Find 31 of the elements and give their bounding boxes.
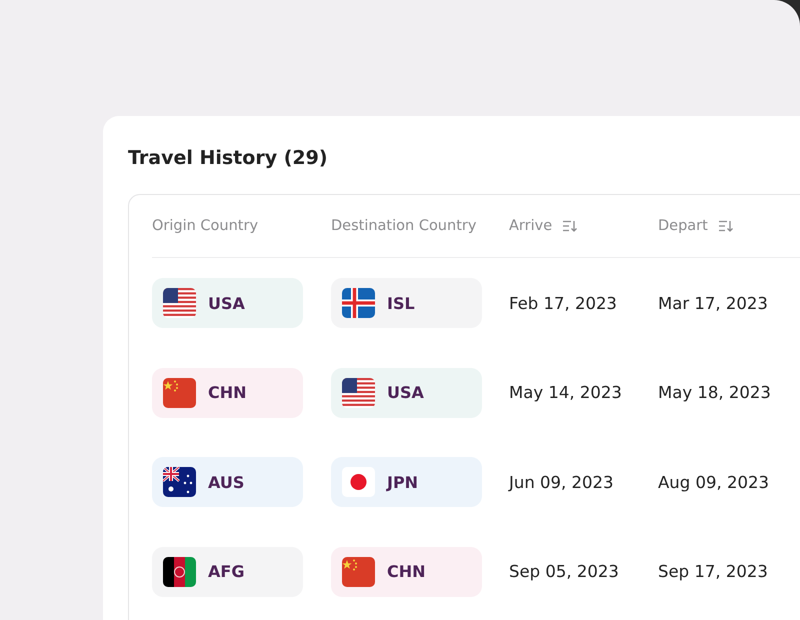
- arrive-date: Feb 17, 2023: [509, 294, 618, 312]
- country-code: JPN: [387, 472, 418, 492]
- card-title: Travel History (29): [128, 146, 328, 170]
- country-code: USA: [208, 294, 245, 312]
- column-header: Origin Country: [152, 218, 258, 234]
- flag-icon: [163, 467, 196, 497]
- country-code: ISL: [387, 294, 415, 312]
- arrive-date: Jun 09, 2023: [509, 472, 615, 492]
- sort-icon[interactable]: [562, 220, 578, 232]
- flag-icon: [342, 556, 375, 586]
- country-code: USA: [387, 383, 424, 402]
- country-code: CHN: [387, 562, 426, 581]
- depart-date: Mar 17, 2023: [658, 294, 769, 312]
- flag-icon: [342, 378, 375, 408]
- depart-date: Aug 09, 2023: [658, 472, 770, 492]
- arrive-date: Sep 05, 2023: [509, 562, 620, 581]
- flag-icon: [163, 378, 196, 408]
- sort-icon[interactable]: [718, 220, 734, 232]
- depart-date: Sep 17, 2023: [658, 562, 769, 581]
- country-code: AFG: [208, 562, 244, 581]
- flag-icon: [342, 288, 375, 318]
- flag-icon: [163, 288, 196, 318]
- depart-date: May 18, 2023: [658, 383, 772, 402]
- column-header: Destination Country: [331, 218, 476, 234]
- country-code: AUS: [208, 472, 244, 492]
- arrive-date: May 14, 2023: [509, 383, 623, 402]
- column-header: Arrive: [509, 218, 552, 234]
- column-header: Depart: [658, 218, 708, 234]
- flag-icon: [163, 556, 196, 586]
- flag-icon: [342, 467, 375, 497]
- country-code: CHN: [208, 383, 247, 402]
